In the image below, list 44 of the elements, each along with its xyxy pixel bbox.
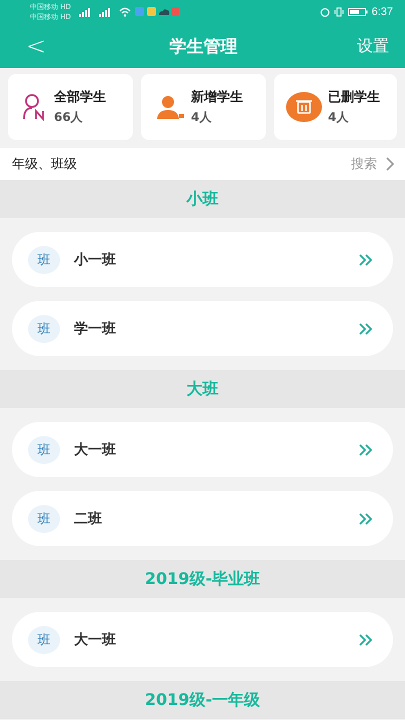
wifi-icon — [118, 7, 131, 17]
double-chevron-icon — [359, 322, 373, 334]
stat-card[interactable]: 全部学生 66人 — [8, 74, 133, 140]
stat-count: 66人 — [54, 109, 84, 126]
stat-count: 4人 — [191, 109, 212, 126]
app-notification-icon — [134, 7, 179, 17]
stat-card[interactable]: 新增学生 4人 — [141, 74, 266, 140]
group-header: 2019级-毕业班 — [0, 560, 405, 598]
class-badge: 班 — [28, 504, 60, 532]
vibrate-icon — [334, 7, 344, 17]
chevron-right-icon[interactable] — [385, 156, 395, 172]
class-badge: 班 — [28, 626, 60, 654]
group-header: 2019级-一年级 — [0, 681, 405, 719]
double-chevron-icon — [359, 254, 373, 266]
stat-label: 新增学生 — [191, 88, 243, 106]
person-icon — [155, 93, 185, 121]
stat-count: 4人 — [328, 109, 350, 126]
class-row[interactable]: 班 学一班 — [12, 301, 393, 356]
class-badge: 班 — [28, 246, 60, 274]
status-time: 6:37 — [372, 6, 393, 18]
page-title: 学生管理 — [170, 36, 238, 58]
double-chevron-icon — [359, 512, 373, 524]
battery-icon — [348, 7, 368, 17]
stat-label: 已删学生 — [328, 89, 380, 106]
stat-label: 全部学生 — [54, 88, 106, 106]
alarm-icon — [320, 7, 330, 17]
group-header: 大班 — [0, 370, 405, 408]
double-chevron-icon — [359, 634, 373, 646]
class-row[interactable]: 班 大一班 — [12, 612, 393, 667]
class-name: 学一班 — [74, 320, 117, 338]
class-name: 小一班 — [74, 250, 117, 268]
class-name: 大一班 — [74, 440, 117, 458]
class-row[interactable]: 班 大一班 — [12, 422, 393, 477]
trash-icon — [286, 92, 322, 122]
class-name: 大一班 — [74, 630, 117, 648]
class-badge: 班 — [28, 314, 60, 342]
filter-label: 年级、班级 — [12, 156, 78, 173]
group-header: 小班 — [0, 180, 405, 218]
class-row[interactable]: 班 二班 — [12, 491, 393, 546]
class-row[interactable]: 班 小一班 — [12, 232, 393, 287]
double-chevron-icon — [359, 444, 373, 456]
class-badge: 班 — [28, 436, 60, 464]
stat-card[interactable]: 已删学生 4人 — [274, 74, 397, 140]
class-name: 二班 — [74, 510, 103, 528]
